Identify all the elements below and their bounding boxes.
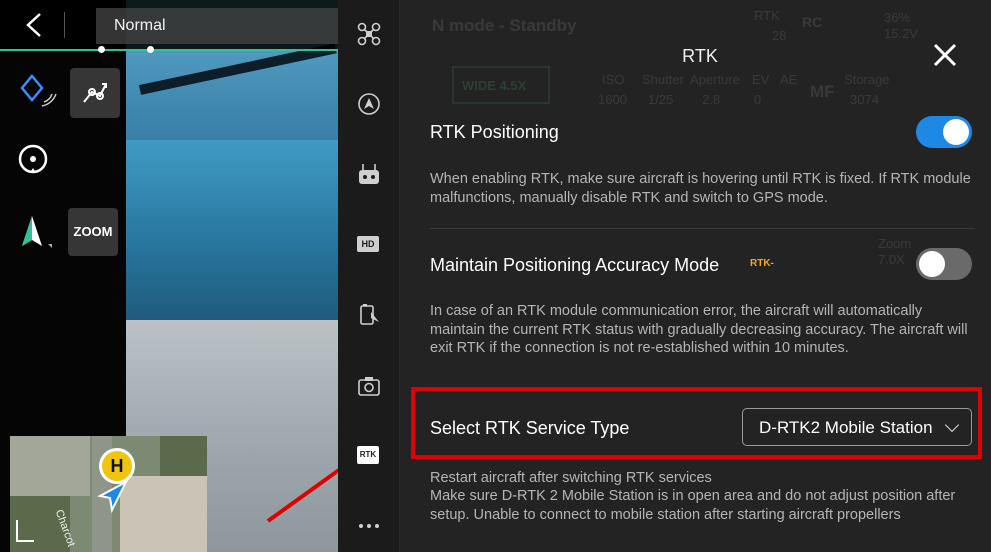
signal-strength-line <box>0 49 338 51</box>
flight-mode-label: Normal <box>114 17 166 34</box>
target-lock-icon[interactable] <box>16 142 50 176</box>
compass-heading-icon[interactable] <box>20 214 54 252</box>
bg-ae-label: AE <box>780 72 798 87</box>
bg-rtk-sats: 28 <box>772 28 787 43</box>
divider <box>430 228 975 229</box>
back-icon[interactable] <box>22 12 46 38</box>
service-type-warning: Make sure D-RTK 2 Mobile Station is in o… <box>430 488 956 523</box>
bg-flight-status: N mode - Standby <box>432 16 577 35</box>
obstacle-avoidance-icon[interactable] <box>357 92 381 116</box>
rtk-icon[interactable]: RTK <box>357 446 379 464</box>
settings-side-rail: HD RTK <box>338 0 400 552</box>
bg-ev-value: 0 <box>754 92 762 107</box>
pin-point-icon[interactable] <box>18 72 58 112</box>
signal-marker <box>98 46 105 53</box>
map-area <box>10 436 90 496</box>
waypoint-route-icon <box>83 83 107 103</box>
zoom-button[interactable]: ZOOM <box>68 208 118 256</box>
bg-rc-label: RC <box>802 14 823 30</box>
panel-title: RTK <box>682 46 718 66</box>
rtk-positioning-toggle[interactable] <box>916 116 972 148</box>
bg-iso-value: 1600 <box>598 92 627 107</box>
bg-shutter-label: Shutter <box>642 72 684 87</box>
topbar-divider <box>64 12 65 38</box>
camera-icon[interactable] <box>357 374 381 398</box>
accuracy-mode-label: Maintain Positioning Accuracy Mode <box>430 255 720 275</box>
rtk-settings-panel: N mode - Standby RTK 28 RC 36% 15.2V WID… <box>400 0 991 552</box>
toggle-knob <box>919 251 945 277</box>
mini-map[interactable]: H Charcot <box>10 436 207 552</box>
waypoint-tool-button[interactable] <box>70 68 120 118</box>
more-icon[interactable] <box>357 514 381 538</box>
map-building <box>120 476 207 552</box>
bg-storage-label: Storage <box>844 72 890 87</box>
bg-battery-voltage: 15.2V <box>884 26 918 41</box>
remote-controller-icon[interactable] <box>357 162 381 186</box>
aircraft-position-icon <box>97 479 129 514</box>
annotation-highlight-box <box>411 387 982 459</box>
bg-rtk-label: RTK <box>754 8 780 23</box>
rtk-minus-tag: RTK- <box>750 258 774 269</box>
bg-zoom-value: 7.0X <box>878 252 905 267</box>
flight-mode-indicator[interactable]: Normal <box>96 8 338 44</box>
bg-wide-label: WIDE 4.5X <box>462 78 527 93</box>
accuracy-mode-toggle[interactable] <box>916 248 972 280</box>
bg-shutter-value: 1/25 <box>648 92 674 107</box>
hd-transmission-icon[interactable]: HD <box>357 236 379 252</box>
bg-battery-pct: 36% <box>884 10 911 25</box>
bg-ev-label: EV <box>752 72 770 87</box>
camera-feed-structure <box>126 140 338 330</box>
toggle-knob <box>943 119 969 145</box>
accuracy-mode-description: In case of an RTK module communication e… <box>430 303 968 356</box>
service-type-note: Restart aircraft after switching RTK ser… <box>430 470 712 486</box>
bg-iso-label: ISO <box>602 72 625 87</box>
drone-icon[interactable] <box>357 22 381 46</box>
bg-storage-value: 3074 <box>850 92 879 107</box>
signal-marker <box>147 46 154 53</box>
close-icon[interactable] <box>932 42 958 68</box>
map-expand-icon[interactable] <box>16 520 34 542</box>
battery-icon[interactable] <box>357 302 381 326</box>
bg-zoom-label: Zoom <box>878 236 912 251</box>
bg-mf-label: MF <box>810 82 835 101</box>
bg-aperture-value: 2.8 <box>702 92 721 107</box>
rtk-positioning-description: When enabling RTK, make sure aircraft is… <box>430 171 971 206</box>
top-status-bar: Normal <box>0 0 338 50</box>
rtk-positioning-label: RTK Positioning <box>430 122 559 142</box>
bg-aperture-label: Aperture <box>690 72 740 87</box>
map-area <box>160 436 207 476</box>
